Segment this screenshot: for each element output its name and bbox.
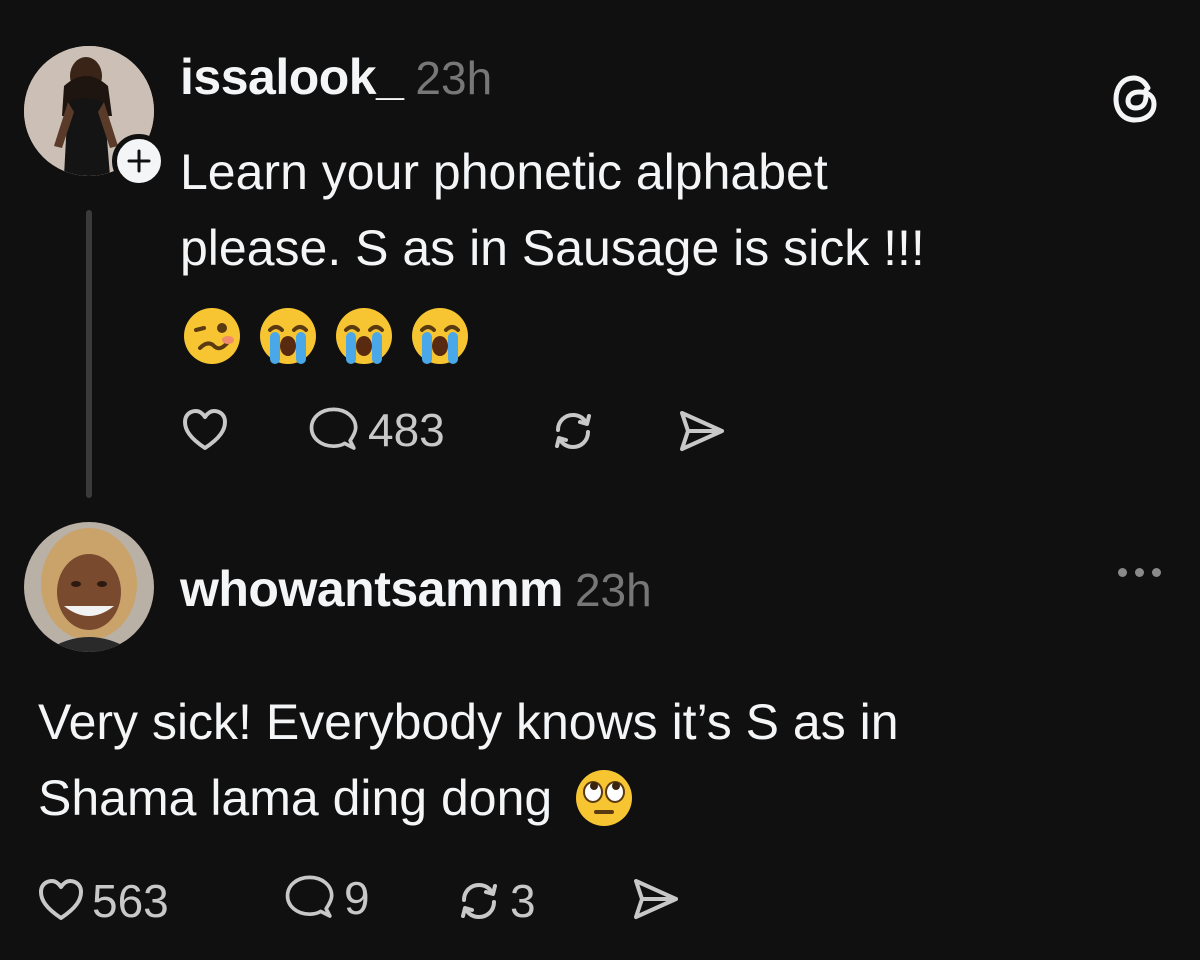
post-timestamp: 23h <box>415 52 493 104</box>
heart-icon <box>39 879 83 920</box>
reply-repost-button[interactable]: 3 <box>454 874 536 928</box>
repost-icon <box>461 882 497 920</box>
woozy-face-emoji <box>184 308 240 364</box>
plus-icon <box>127 149 151 173</box>
comment-icon <box>285 875 334 918</box>
reply-reply-count: 9 <box>344 872 370 924</box>
comment-icon <box>309 407 358 450</box>
post-reply-count: 483 <box>368 404 445 456</box>
reply-like-button[interactable]: 563 <box>36 874 169 928</box>
post-text-line-2: please. S as in Sausage is sick !!! <box>180 220 925 276</box>
dot-icon <box>1118 568 1127 577</box>
reply-text-line-2: Shama lama ding dong <box>38 770 553 826</box>
dot-icon <box>1152 568 1161 577</box>
post-text-line-1: Learn your phonetic alphabet <box>180 144 828 200</box>
loudly-crying-face-emoji <box>260 308 316 364</box>
reply-header: whowantsamnm 23h <box>180 560 652 618</box>
post-like-button[interactable] <box>180 406 230 456</box>
repost-icon <box>555 412 591 450</box>
reply-like-count: 563 <box>92 875 169 927</box>
send-icon <box>680 411 724 451</box>
reply-body: Very sick! Everybody knows it’s S as in … <box>38 684 1178 836</box>
more-options-button[interactable] <box>1118 568 1161 577</box>
post-body: Learn your phonetic alphabet please. S a… <box>180 134 1170 286</box>
reply-share-button[interactable] <box>628 874 682 924</box>
post-repost-button[interactable] <box>548 406 598 456</box>
heart-icon <box>183 409 227 450</box>
avatar-whowantsamnm[interactable] <box>24 522 154 652</box>
reply-username[interactable]: whowantsamnm <box>180 560 563 618</box>
dot-icon <box>1135 568 1144 577</box>
reply-reply-button[interactable]: 9 <box>282 870 370 926</box>
loudly-crying-face-emoji <box>336 308 392 364</box>
reply-repost-count: 3 <box>510 875 536 927</box>
post-header: issalook_ 23h <box>180 48 492 106</box>
face-with-rolling-eyes-emoji <box>576 770 633 826</box>
post-reply-button[interactable]: 483 <box>306 402 445 458</box>
follow-button[interactable] <box>112 134 166 188</box>
thread-connector-line <box>86 210 92 498</box>
send-icon <box>634 879 678 919</box>
reply-timestamp: 23h <box>574 564 652 616</box>
post-share-button[interactable] <box>674 406 728 456</box>
post-username[interactable]: issalook_ <box>180 48 404 106</box>
reply-text-line-1: Very sick! Everybody knows it’s S as in <box>38 694 899 750</box>
threads-logo-icon <box>1113 75 1157 123</box>
loudly-crying-face-emoji <box>412 308 468 364</box>
threads-logo[interactable] <box>1108 70 1166 133</box>
post-emoji-row <box>182 306 470 366</box>
